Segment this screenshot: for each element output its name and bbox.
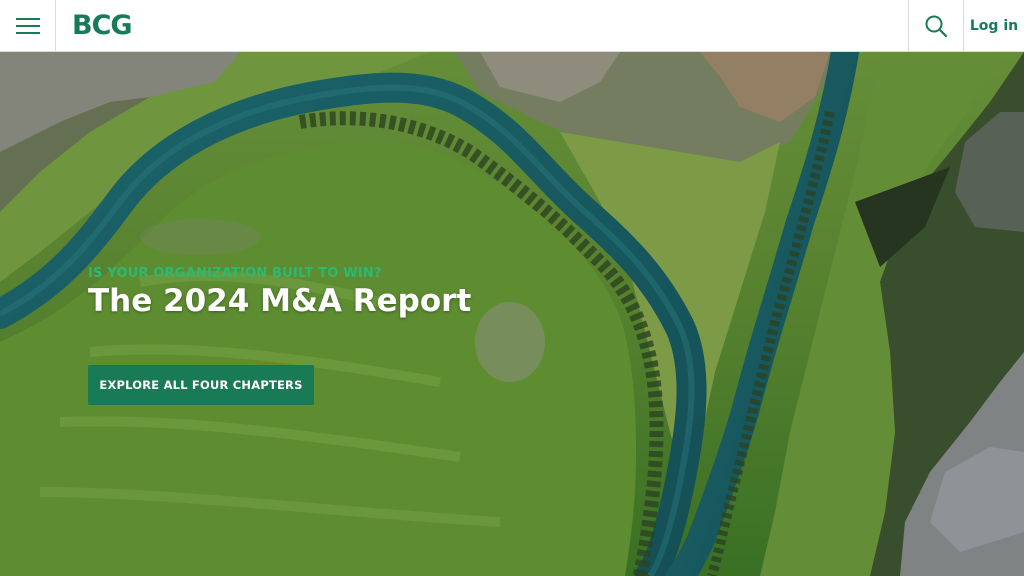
bcg-logo[interactable]: BCG (72, 9, 133, 41)
hero-eyebrow: IS YOUR ORGANIZATION BUILT TO WIN? (88, 266, 382, 281)
menu-button[interactable] (0, 0, 56, 52)
hamburger-menu-icon (15, 18, 40, 34)
search-button[interactable] (908, 0, 964, 52)
logo-text: BCG (72, 9, 133, 41)
site-header: BCG Log in (0, 0, 1024, 52)
search-icon (925, 15, 948, 38)
explore-chapters-button[interactable]: EXPLORE ALL FOUR CHAPTERS (88, 365, 314, 405)
login-link[interactable]: Log in (964, 0, 1024, 52)
hero-headline: The 2024 M&A Report (88, 283, 472, 319)
hero-section: IS YOUR ORGANIZATION BUILT TO WIN? The 2… (0, 52, 1024, 576)
